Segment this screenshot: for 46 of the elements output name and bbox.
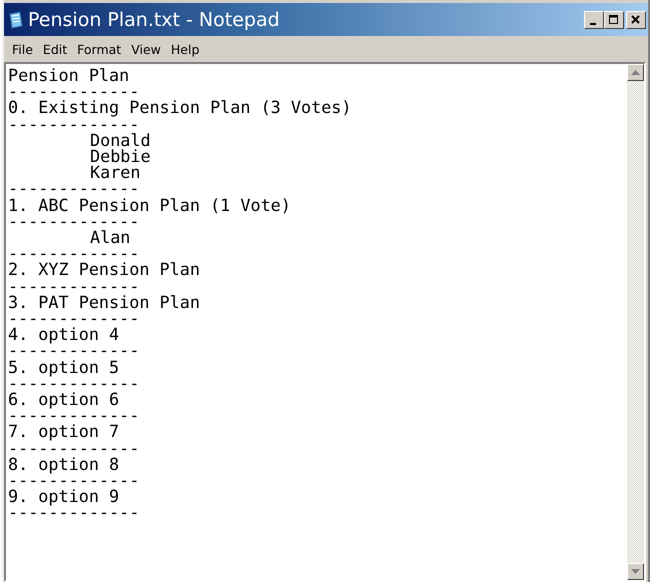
text-line: ------------- — [8, 472, 140, 488]
text-line: ------------- — [8, 342, 140, 359]
text-line: ------------- — [8, 180, 140, 197]
text-line: 0. Existing Pension Plan (3 Votes) — [8, 99, 353, 116]
notepad-icon — [8, 10, 24, 28]
close-button[interactable] — [626, 10, 646, 28]
window-title: Pension Plan.txt - Notepad — [28, 8, 281, 30]
text-line: 5. option 5 — [8, 358, 120, 375]
menu-item[interactable]: View — [127, 42, 167, 56]
menu-item[interactable]: Format — [73, 42, 128, 56]
menu-item[interactable]: Edit — [38, 42, 74, 56]
text-line: Pension Plan — [8, 67, 130, 84]
text-line: 3. PAT Pension Plan — [8, 294, 201, 310]
text-line: 4. option 4 — [8, 326, 120, 342]
text-line: ------------- — [8, 83, 140, 100]
close-icon — [631, 14, 641, 24]
minimize-icon — [590, 22, 596, 24]
text-line: ------------- — [8, 407, 140, 424]
text-line: 7. option 7 — [8, 423, 120, 440]
up-arrow-icon — [631, 70, 640, 75]
text-line: 2. XYZ Pension Plan — [8, 261, 201, 278]
text-line: ------------- — [8, 440, 140, 456]
text-line: ------------- — [8, 504, 140, 521]
text-line: Alan — [89, 229, 132, 246]
text-line: Debbie — [89, 148, 152, 164]
scroll-down-button[interactable] — [627, 563, 644, 580]
maximize-icon — [609, 14, 619, 24]
maximize-button[interactable] — [604, 10, 624, 28]
text-line: ------------- — [8, 116, 140, 132]
text-line: ------------- — [8, 212, 140, 230]
text-line: ------------- — [8, 310, 140, 326]
menu-item[interactable]: Help — [166, 42, 206, 56]
minimize-button[interactable] — [584, 10, 604, 28]
text-line: 1. ABC Pension Plan (1 Vote) — [8, 196, 292, 213]
text-line: Karen — [89, 164, 141, 180]
text-line: ------------- — [8, 245, 140, 262]
text-line: 6. option 6 — [8, 391, 120, 408]
text-line: 8. option 8 — [8, 456, 120, 472]
text-line: Donald — [89, 132, 152, 148]
menu-item[interactable]: File — [8, 42, 39, 56]
vertical-scrollbar[interactable] — [627, 64, 644, 580]
text-line: ------------- — [8, 374, 140, 392]
down-arrow-icon — [631, 569, 640, 574]
text-line: ------------- — [8, 278, 140, 294]
text-line: 9. option 9 — [8, 488, 120, 504]
scroll-up-button[interactable] — [627, 64, 644, 81]
